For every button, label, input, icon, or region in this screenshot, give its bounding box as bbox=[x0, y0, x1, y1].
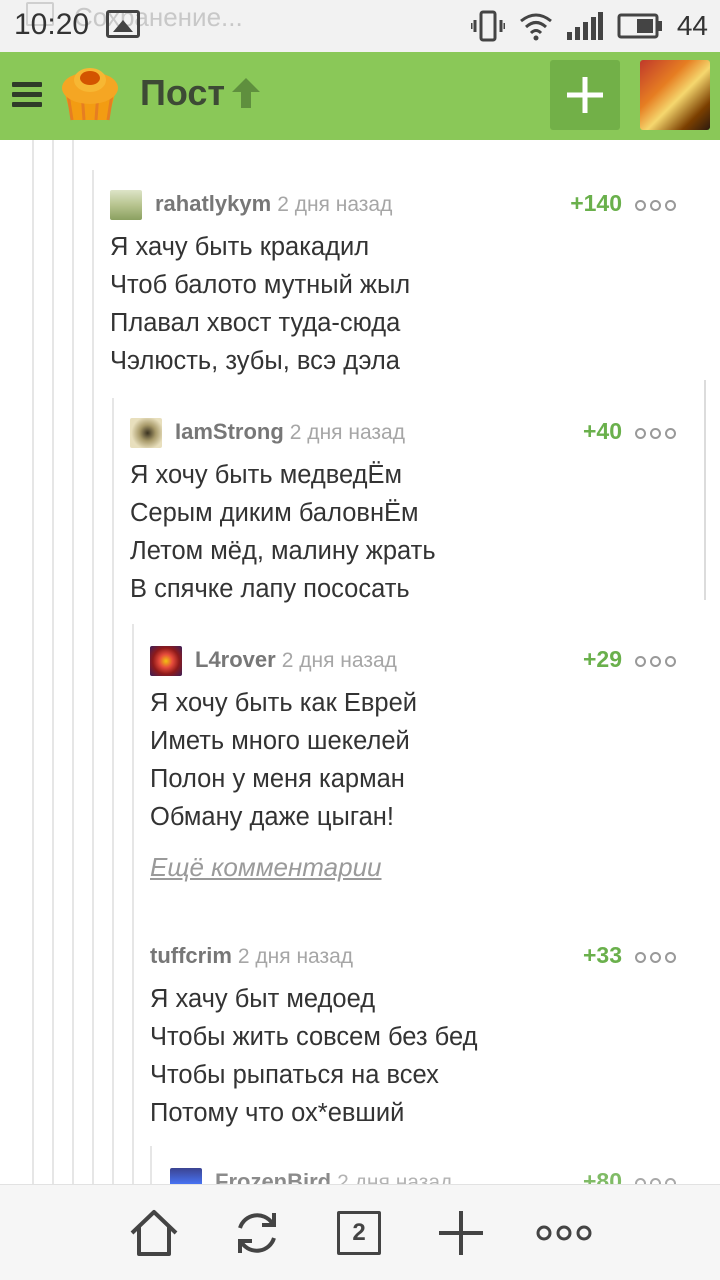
comment-time: 2 дня назад bbox=[337, 1171, 453, 1184]
comment-username[interactable]: FrozenBird 2 дня назад bbox=[215, 1169, 452, 1184]
thread-line bbox=[150, 1146, 152, 1184]
more-dots-icon bbox=[536, 1225, 592, 1241]
comment-text-line: Иметь много шекелей bbox=[150, 727, 410, 755]
scroll-indicator[interactable] bbox=[704, 380, 706, 600]
signal-icon bbox=[566, 12, 603, 40]
tabs-button[interactable]: 2 bbox=[329, 1203, 389, 1263]
add-post-button[interactable] bbox=[550, 60, 620, 130]
thread-line bbox=[72, 140, 74, 1184]
comment-text-line: Плавал хвост туда-сюда bbox=[110, 309, 401, 337]
comment-text-line: Чэлюсть, зубы, всэ дэла bbox=[110, 347, 400, 375]
more-comments-link[interactable]: Ещё комментарии bbox=[150, 852, 382, 883]
comment-time: 2 дня назад bbox=[289, 421, 405, 444]
saving-status-text: Сохранение... bbox=[74, 2, 243, 32]
more-options-icon[interactable] bbox=[635, 656, 676, 667]
comment-text-line: Чтобы рыпаться на всех bbox=[150, 1061, 439, 1089]
comment: FrozenBird 2 дня назад +80 bbox=[170, 1168, 680, 1184]
more-options-icon[interactable] bbox=[635, 428, 676, 439]
comment: tuffcrim 2 дня назад +33 Я хачу быт медое… bbox=[150, 942, 680, 1132]
comment: IamStrong 2 дня назад +40 Я хочу быть мед… bbox=[130, 418, 680, 608]
thread-line bbox=[132, 624, 134, 1184]
refresh-button[interactable] bbox=[227, 1203, 287, 1263]
comment-username[interactable]: IamStrong 2 дня назад bbox=[175, 419, 405, 445]
comment-text-line: Я хочу быть как Еврей bbox=[150, 689, 417, 717]
comment-time: 2 дня назад bbox=[237, 945, 354, 968]
plus-icon bbox=[439, 1211, 483, 1255]
comment-text-line: Обману даже цыган! bbox=[150, 803, 394, 831]
comment-text-line: Летом мёд, малину жрать bbox=[130, 537, 436, 565]
comment-text-line: Чтобы жить совсем без бед bbox=[150, 1023, 478, 1051]
comment-time: 2 дня назад bbox=[277, 193, 393, 216]
comment-username[interactable]: L4rover 2 дня назад bbox=[195, 647, 397, 673]
menu-more-button[interactable] bbox=[534, 1203, 594, 1263]
scroll-up-arrow-icon[interactable] bbox=[230, 76, 262, 110]
home-icon bbox=[130, 1210, 178, 1256]
comment-username[interactable]: tuffcrim 2 дня назад bbox=[150, 943, 353, 969]
comment: L4rover 2 дня назад +29 Я хочу быть как Е… bbox=[150, 646, 680, 836]
new-tab-button[interactable] bbox=[431, 1203, 491, 1263]
comment: rahatlykym 2 дня назад +140 Я хачу быть к… bbox=[110, 190, 680, 380]
comment-rating: +140 bbox=[570, 190, 622, 216]
vibrate-icon bbox=[470, 10, 505, 42]
battery-level: 44 bbox=[676, 10, 708, 41]
comment-rating: +29 bbox=[582, 646, 622, 672]
comment-text-line: Я хачу быт медоед bbox=[150, 985, 376, 1013]
battery-icon bbox=[617, 13, 662, 39]
comment-text-line: В спячке лапу пососать bbox=[130, 575, 410, 603]
more-options-icon[interactable] bbox=[635, 952, 676, 963]
comment-username[interactable]: rahatlykym 2 дня назад bbox=[155, 191, 392, 217]
page-title: Пост bbox=[140, 72, 226, 113]
status-time: 10:20 bbox=[14, 8, 90, 41]
status-bar: Сохранение... 10:20 44 bbox=[0, 0, 720, 52]
comment-rating: +33 bbox=[582, 942, 622, 968]
comment-text-line: Я хочу быть медведЁм bbox=[130, 461, 403, 489]
tabs-count: 2 bbox=[337, 1211, 381, 1255]
comment-text-line: Серым диким баловнЁм bbox=[130, 499, 419, 527]
comment-avatar[interactable] bbox=[110, 190, 142, 220]
comment-text-line: Чтоб балото мутный жыл bbox=[110, 271, 411, 299]
user-avatar[interactable] bbox=[640, 60, 710, 130]
comment-time: 2 дня назад bbox=[281, 649, 397, 672]
comment-text-line: Я хачу быть кракадил bbox=[110, 233, 370, 261]
comment-avatar[interactable] bbox=[130, 418, 162, 448]
more-options-icon[interactable] bbox=[635, 200, 676, 211]
wifi-icon bbox=[519, 13, 552, 41]
thread-line bbox=[32, 140, 34, 1184]
comment-text-line: Полон у меня карман bbox=[150, 765, 405, 793]
comments-thread[interactable]: rahatlykym 2 дня назад +140 Я хачу быть к… bbox=[0, 140, 720, 1184]
plus-icon bbox=[567, 77, 603, 113]
thread-line bbox=[112, 398, 114, 1184]
pikabu-logo[interactable] bbox=[58, 62, 122, 126]
thread-line bbox=[52, 140, 54, 1184]
home-button[interactable] bbox=[124, 1203, 184, 1263]
image-notification-icon bbox=[106, 10, 140, 38]
menu-icon[interactable] bbox=[12, 82, 42, 108]
refresh-icon bbox=[238, 1213, 276, 1253]
comment-rating: +80 bbox=[582, 1168, 622, 1184]
bottom-navigation: 2 bbox=[0, 1184, 720, 1280]
comment-text-line: Потому что ох*евший bbox=[150, 1099, 405, 1127]
comment-avatar[interactable] bbox=[170, 1168, 202, 1184]
comment-avatar[interactable] bbox=[150, 646, 182, 676]
app-bar: Пост bbox=[0, 52, 720, 140]
comment-rating: +40 bbox=[582, 418, 622, 444]
thread-line bbox=[92, 170, 94, 1184]
